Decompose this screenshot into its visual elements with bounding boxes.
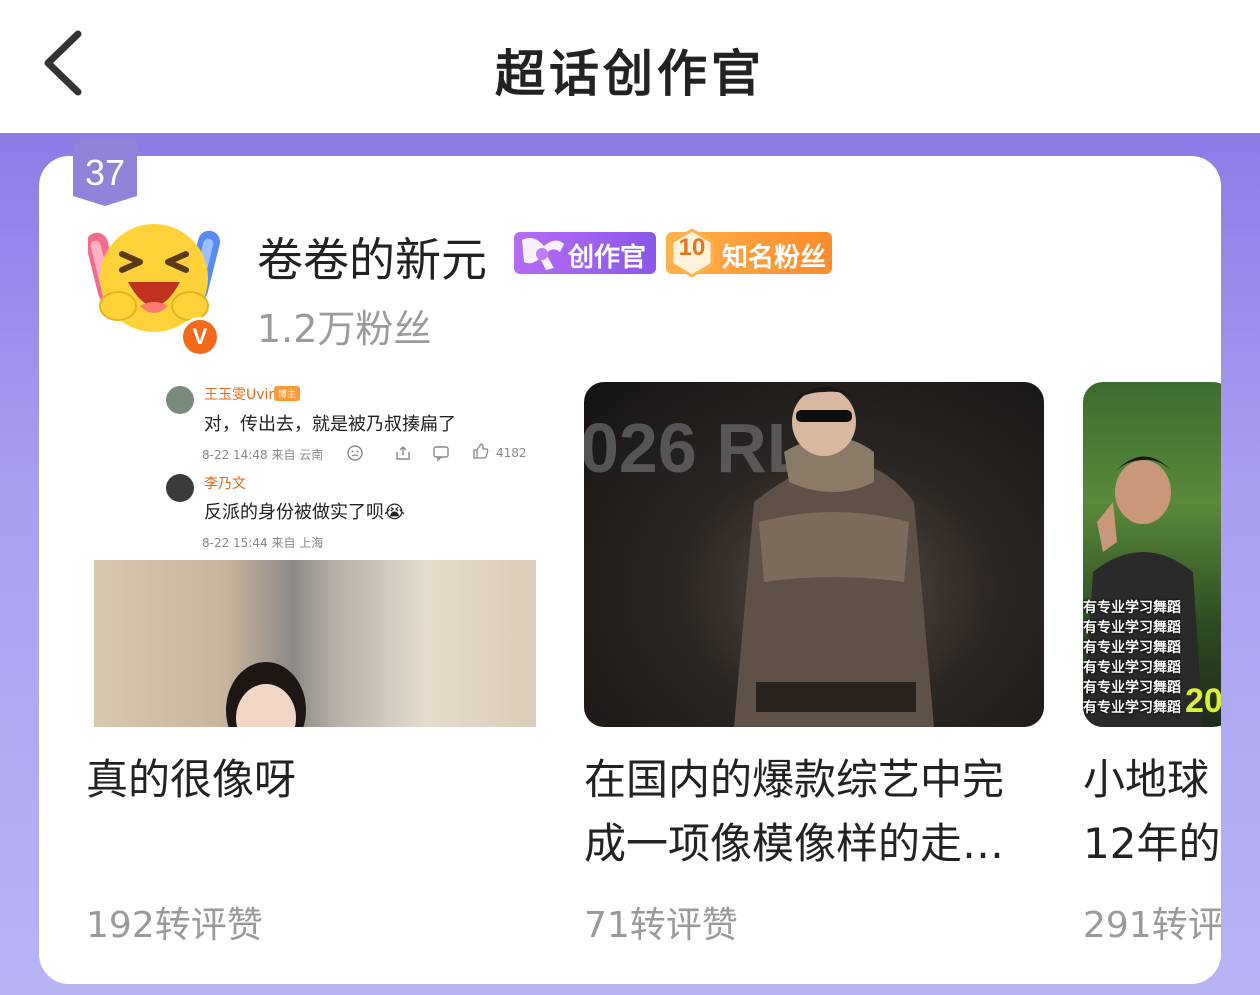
- fan-badge-label: 知名粉丝: [722, 243, 827, 273]
- backdrop-text: 026 RL: [584, 409, 810, 487]
- post-title-line: 12年的: [1083, 819, 1221, 868]
- post-title[interactable]: 在国内的爆款综艺中完 成一项像模像样的走…: [584, 748, 1044, 876]
- comment-icon: [433, 446, 449, 462]
- creator-badge-label: 创作官: [568, 243, 647, 273]
- rank-badge: 37: [73, 140, 137, 206]
- post-thumbnail-1[interactable]: 王玉雯Uvin 博主 对，传出去，就是被乃叔揍扁了 8-22 14:48 来自 …: [86, 382, 536, 727]
- photo-number: 20: [1185, 682, 1221, 720]
- post-stats: 192转评赞: [86, 905, 263, 946]
- like-count: 4182: [496, 446, 527, 460]
- photo-caption: 有专业学习舞蹈: [1083, 700, 1181, 716]
- creator-ribbon-icon: [522, 238, 564, 270]
- verified-badge: V: [180, 317, 220, 357]
- post-title[interactable]: 小地球 12年的: [1083, 748, 1221, 876]
- photo-caption: 有专业学习舞蹈: [1083, 600, 1181, 616]
- fan-level-badge: 10 知名粉丝: [666, 228, 832, 278]
- comment-meta: 8-22 15:44 来自 上海: [202, 536, 324, 550]
- comment-text: 反派的身份被做实了呗😭: [204, 502, 406, 523]
- post-title-line: 小地球: [1083, 755, 1210, 804]
- share-icon: [396, 446, 410, 460]
- top-bar: 超话创作官: [0, 0, 1260, 133]
- rank-number: 37: [84, 152, 126, 193]
- username[interactable]: 卷卷的新元: [257, 224, 487, 290]
- comment-author: 王玉雯Uvin: [204, 387, 278, 403]
- comment-avatar: [166, 386, 194, 414]
- photo-caption: 有专业学习舞蹈: [1083, 640, 1181, 656]
- post-thumbnail-3[interactable]: 20 有专业学习舞蹈 有专业学习舞蹈 有专业学习舞蹈 有专业学习舞蹈 有专业学习…: [1083, 382, 1221, 727]
- fans-count: 1.2万粉丝: [257, 307, 432, 351]
- post-photo: [94, 560, 536, 727]
- post-thumbnail-2[interactable]: 026 RL: [584, 382, 1044, 727]
- post-stats: 71转评赞: [584, 905, 738, 946]
- post-title-line: 成一项像模像样的走…: [584, 819, 1005, 868]
- comment-avatar: [166, 474, 194, 502]
- photo-caption: 有专业学习舞蹈: [1083, 680, 1181, 696]
- comment-text: 对，传出去，就是被乃叔揍扁了: [204, 414, 456, 435]
- photo-caption: 有专业学习舞蹈: [1083, 660, 1181, 676]
- page-title: 超话创作官: [495, 45, 765, 103]
- post-card-3[interactable]: 20 有专业学习舞蹈 有专业学习舞蹈 有专业学习舞蹈 有专业学习舞蹈 有专业学习…: [1083, 382, 1221, 962]
- post-title[interactable]: 真的很像呀: [86, 748, 536, 812]
- comment-author: 李乃文: [204, 476, 246, 492]
- photo-caption: 有专业学习舞蹈: [1083, 620, 1181, 636]
- creator-badge: 创作官: [514, 232, 656, 274]
- comment-meta: 8-22 14:48 来自 云南: [202, 448, 324, 462]
- like-icon: [473, 443, 489, 459]
- fan-level-number: 10: [678, 234, 706, 261]
- author-tag: 博主: [274, 386, 301, 401]
- emoji-react-icon: [347, 445, 363, 461]
- fan-level-icon: 10: [668, 228, 716, 278]
- photo-caption-lines: 有专业学习舞蹈 有专业学习舞蹈 有专业学习舞蹈 有专业学习舞蹈 有专业学习舞蹈 …: [1083, 598, 1181, 718]
- post-stats: 291转评: [1083, 905, 1221, 946]
- post-title-line: 在国内的爆款综艺中完: [584, 755, 1005, 804]
